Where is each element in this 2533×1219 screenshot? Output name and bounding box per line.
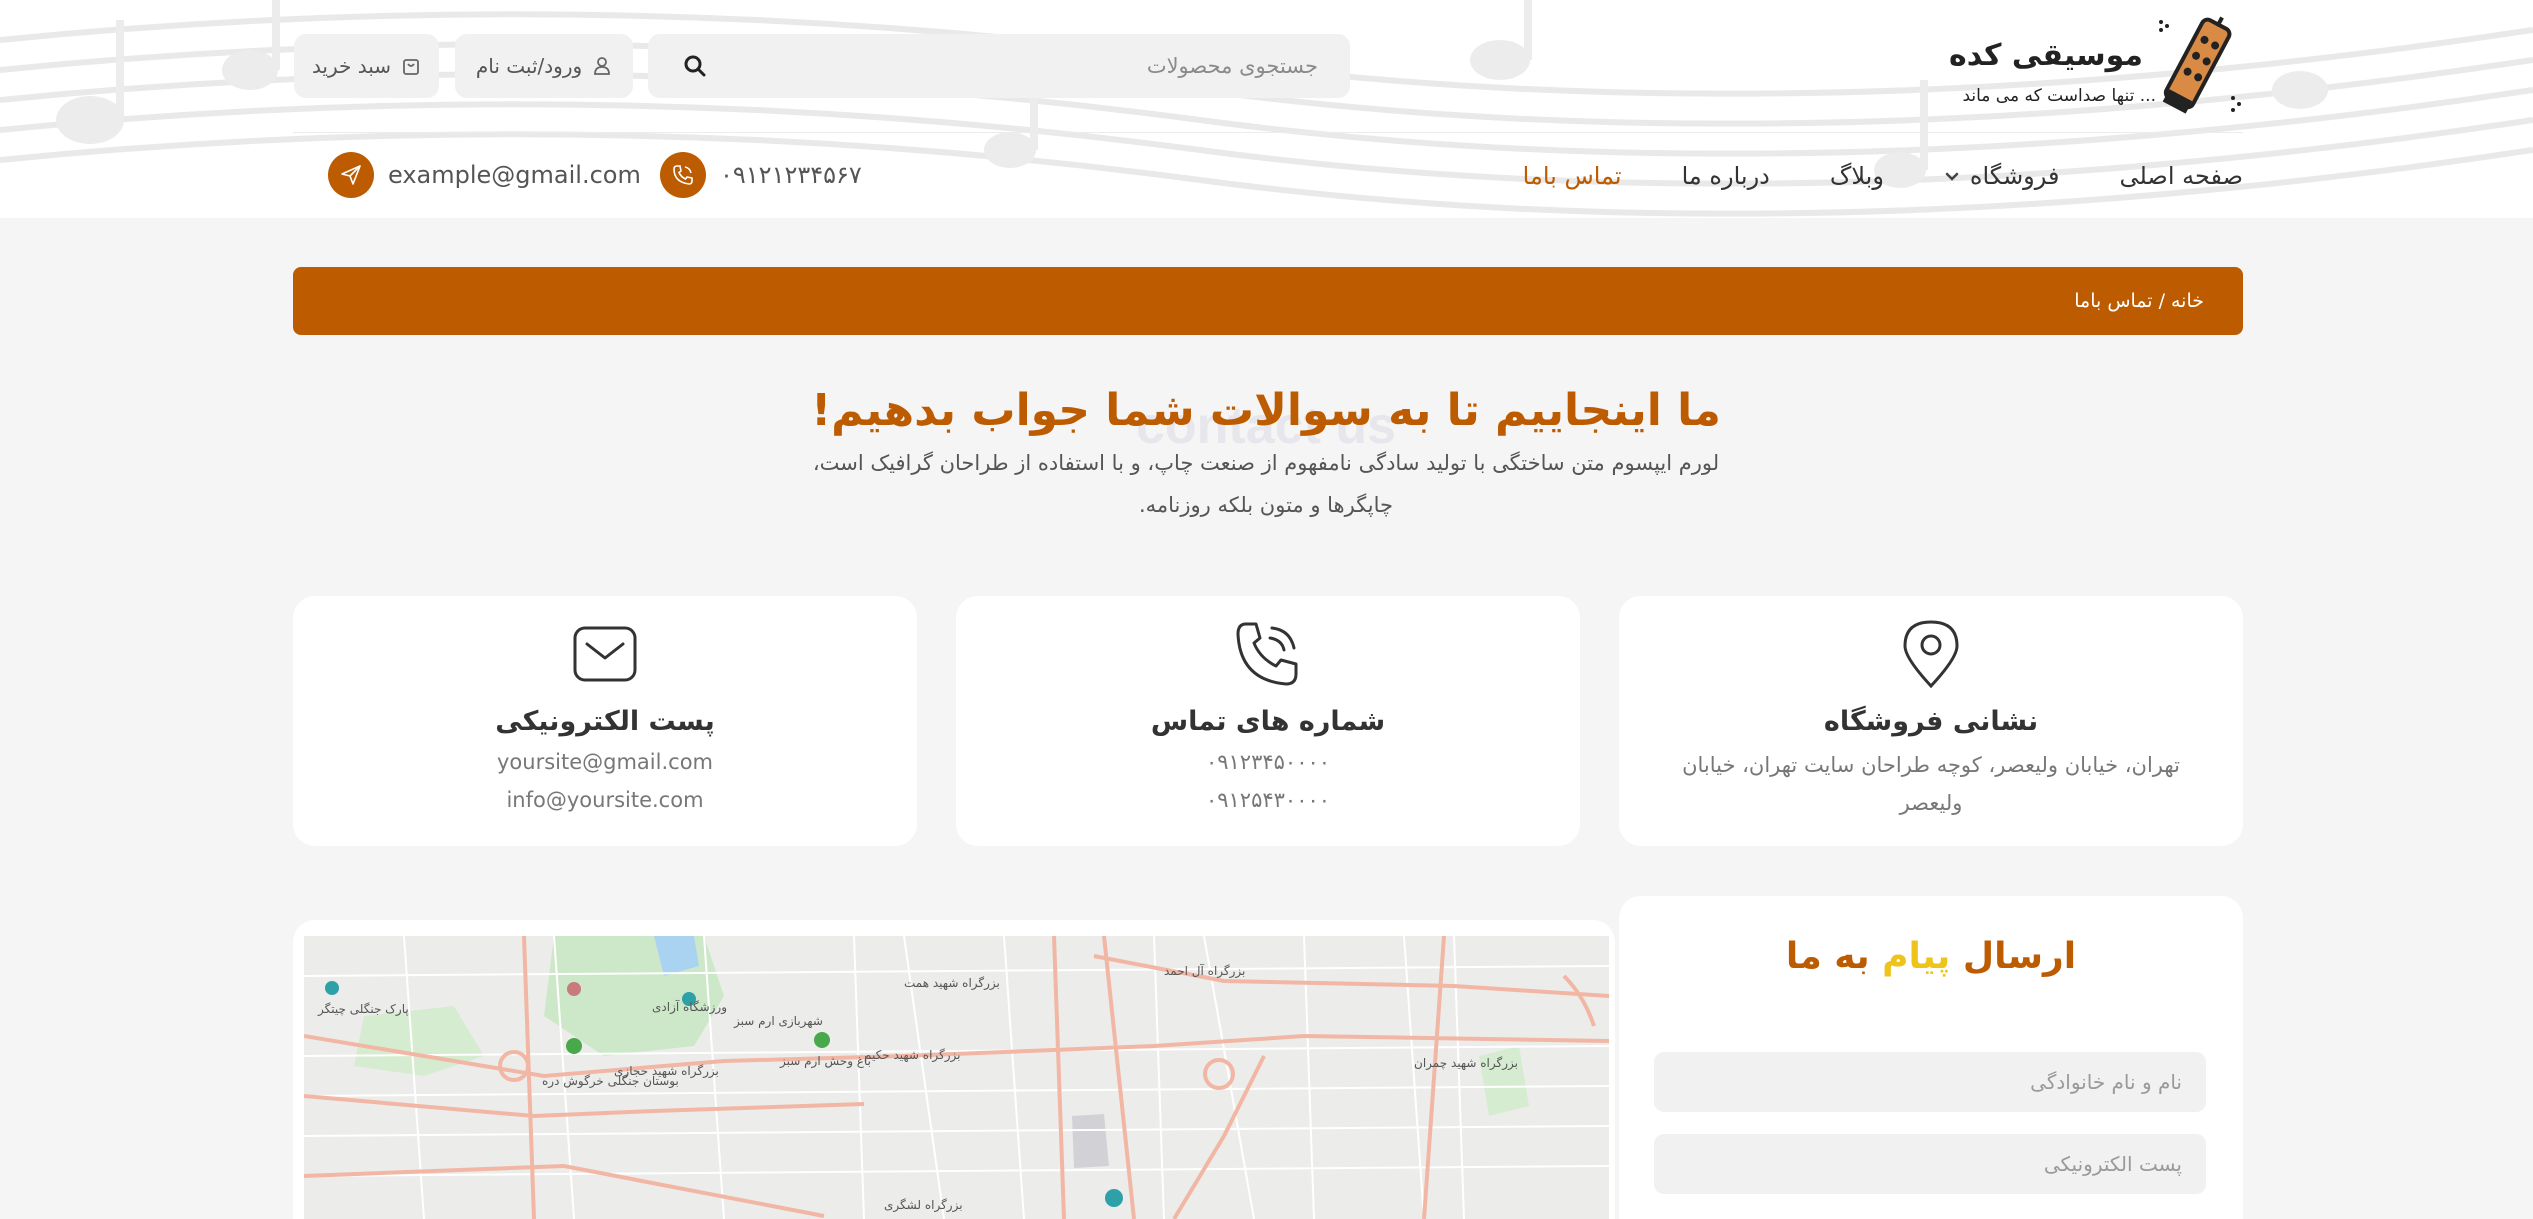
map-label: شهربازی ارم سبز [734,1014,823,1028]
login-register-button[interactable]: ورود/ثبت نام [455,34,633,98]
map-label: بزرگراه شهید همت [904,976,1000,990]
map-label: بزرگراه شهید حجازی [614,1064,719,1078]
header-divider [293,132,2243,133]
breadcrumb-current: تماس باما [2074,290,2153,312]
phone-icon [1236,622,1298,686]
chevron-down-icon [1945,172,1959,181]
location-pin-icon [1903,620,1959,689]
address-card-text: تهران، خیابان ولیعصر، کوچه طراحان سایت ت… [1682,753,2180,815]
form-title: ارسال پیام به ما [1619,936,2243,977]
phone-icon [673,165,693,185]
email-card-line1: yoursite@gmail.com [497,750,713,774]
header-email-address: example@gmail.com [388,161,641,189]
user-icon [594,57,611,75]
search-icon [684,55,706,77]
brand-tagline: تنها صداست که می ماند ... [1962,86,2156,106]
site-logo[interactable]: موسیقی کده تنها صداست که می ماند ... [1913,12,2243,122]
nav-item-shop[interactable]: فروشگاه [1944,162,2060,190]
phone-circle [660,152,706,198]
breadcrumb: خانه / تماس باما [293,267,2243,335]
header-phone[interactable]: ۰۹۱۲۱۲۳۴۵۶۷ [660,152,862,198]
map-label: پارک جنگلی چیتگر [318,1002,409,1016]
map-label: ورزشگاه آزادی [652,1000,728,1014]
map-label: باغ وحش ارم سبز [780,1054,871,1068]
phones-card-line2: ۰۹۱۲۵۴۳۰۰۰۰ [1205,788,1331,812]
form-title-part3: به ما [1785,936,1870,977]
hero-description-line2: چاپگرها و متون بلکه روزنامه. [1138,493,1394,517]
shopping-bag-icon [403,59,419,75]
brand-name: موسیقی کده [1948,38,2143,73]
send-circle [328,152,374,198]
login-register-label: ورود/ثبت نام [475,54,583,78]
nav-item-about[interactable]: درباره ما [1682,162,1770,190]
map-label: بزرگراه آل احمد [1164,964,1246,978]
hero-description-line1: لورم ایپسوم متن ساختگی با تولید سادگی نا… [812,451,1720,475]
phones-card-title: شماره های تماس [1150,706,1386,737]
envelope-icon [573,626,637,682]
header-phone-number: ۰۹۱۲۱۲۳۴۵۶۷ [720,161,862,189]
location-map[interactable]: پارک جنگلی چیتگر ورزشگاه آزادی شهربازی ا… [304,936,1609,1219]
nav-item-contact[interactable]: تماس باما [1523,162,1622,190]
nav-item-blog-label: وبلاگ [1829,162,1884,190]
contact-form: ارسال پیام به ما [1619,896,2243,1219]
search-input[interactable] [710,54,1318,78]
nav-item-home[interactable]: صفحه اصلی [2119,162,2243,190]
nav-item-blog[interactable]: وبلاگ [1830,162,1884,190]
email-card: پست الکترونیکی yoursite@gmail.com info@y… [293,596,917,846]
phones-card: شماره های تماس ۰۹۱۲۳۴۵۰۰۰۰ ۰۹۱۲۵۴۳۰۰۰۰ [956,596,1580,846]
send-icon [341,165,361,185]
breadcrumb-separator: / [2158,290,2165,312]
search-bar [648,34,1350,98]
map-label: بزرگراه شهید حکیم [864,1048,961,1062]
hero-title: ما اینجاییم تا به سوالات شما جواب بدهیم! [811,385,1721,436]
email-field[interactable] [1654,1134,2206,1194]
form-title-part1: ارسال [1962,936,2077,977]
header-email[interactable]: example@gmail.com [328,152,641,198]
address-card-title: نشانی فروشگاه [1823,706,2039,737]
nav-item-shop-label: فروشگاه [1969,162,2060,190]
breadcrumb-home[interactable]: خانه [2171,290,2204,312]
main-navigation: صفحه اصلی فروشگاه وبلاگ درباره ما تماس ب… [1523,152,2243,200]
nav-item-contact-label: تماس باما [1522,162,1622,190]
full-name-field[interactable] [1654,1052,2206,1112]
nav-item-about-label: درباره ما [1681,162,1770,190]
nav-item-home-label: صفحه اصلی [2119,162,2243,190]
email-card-line2: info@yoursite.com [506,788,704,812]
cart-button[interactable]: سبد خرید [294,34,439,98]
cart-label: سبد خرید [311,54,392,78]
phones-card-line1: ۰۹۱۲۳۴۵۰۰۰۰ [1205,750,1331,774]
hero-description: لورم ایپسوم متن ساختگی با تولید سادگی نا… [766,442,1766,526]
form-title-part2: پیام [1882,936,1951,977]
address-card: نشانی فروشگاه تهران، خیابان ولیعصر، کوچه… [1619,596,2243,846]
guitar-logo-icon [2159,16,2241,114]
map-label: بزرگراه شهید چمران [1414,1056,1518,1070]
search-button[interactable] [680,51,710,81]
map-label: بزرگراه لشگری [884,1198,963,1212]
email-card-title: پست الکترونیکی [495,706,715,737]
